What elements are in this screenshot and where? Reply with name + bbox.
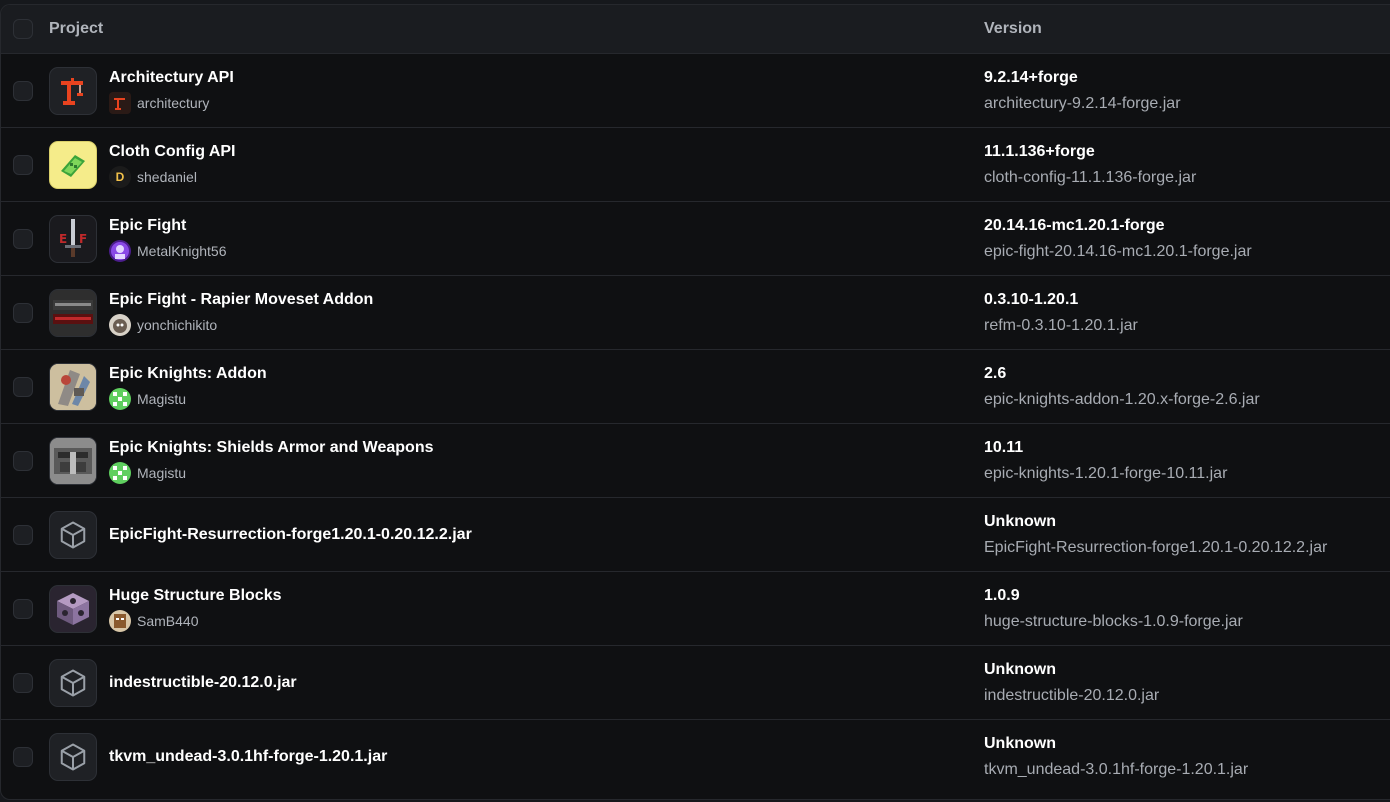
table-row[interactable]: indestructible-20.12.0.jar Unknown indes… xyxy=(1,646,1390,720)
svg-text:E: E xyxy=(59,232,67,246)
row-checkbox[interactable] xyxy=(13,747,33,767)
mod-name[interactable]: EpicFight-Resurrection-forge1.20.1-0.20.… xyxy=(109,525,472,545)
epic-knights-helmet-icon xyxy=(49,436,97,485)
cube-icon xyxy=(49,733,97,781)
version-file: EpicFight-Resurrection-forge1.20.1-0.20.… xyxy=(984,538,1328,556)
shedaniel-avatar: D xyxy=(109,165,131,188)
mod-name[interactable]: Architectury API xyxy=(109,68,234,88)
select-all-checkbox[interactable] xyxy=(13,19,33,39)
epic-fight-sword-icon: E F xyxy=(49,214,97,263)
table-header: Project Version xyxy=(1,5,1390,54)
version-number: Unknown xyxy=(984,512,1056,530)
table-row[interactable]: Epic Knights: Addon Magistu 2.6 epic-kni… xyxy=(1,350,1390,424)
version-file: huge-structure-blocks-1.0.9-forge.jar xyxy=(984,612,1243,630)
mod-name[interactable]: Huge Structure Blocks xyxy=(109,586,281,606)
rapier-addon-icon xyxy=(49,288,97,337)
mod-table: Project Version Architectury API archite… xyxy=(0,4,1390,800)
mod-name[interactable]: Epic Knights: Shields Armor and Weapons xyxy=(109,438,433,458)
author-name[interactable]: Magistu xyxy=(137,391,186,407)
column-header-project[interactable]: Project xyxy=(49,20,984,38)
cube-icon xyxy=(49,658,97,707)
table-row[interactable]: EpicFight-Resurrection-forge1.20.1-0.20.… xyxy=(1,498,1390,572)
version-file: indestructible-20.12.0.jar xyxy=(984,686,1160,704)
mod-name[interactable]: Cloth Config API xyxy=(109,142,236,162)
mod-name[interactable]: Epic Fight xyxy=(109,216,227,236)
table-row[interactable]: Huge Structure Blocks SamB440 1.0.9 huge… xyxy=(1,572,1390,646)
version-number: 10.11 xyxy=(984,438,1024,456)
mod-name[interactable]: Epic Fight - Rapier Moveset Addon xyxy=(109,290,373,310)
author-name[interactable]: MetalKnight56 xyxy=(137,243,227,259)
version-number: 11.1.136+forge xyxy=(984,142,1095,160)
magistu-avatar xyxy=(109,461,131,484)
svg-text:F: F xyxy=(79,232,87,246)
row-checkbox[interactable] xyxy=(13,672,33,693)
mod-name[interactable]: indestructible-20.12.0.jar xyxy=(109,673,297,693)
huge-structure-blocks-icon xyxy=(49,584,97,633)
epic-knights-addon-icon xyxy=(49,362,97,411)
architectury-avatar xyxy=(109,91,131,114)
cloth-config-icon xyxy=(49,140,97,189)
row-checkbox[interactable] xyxy=(13,376,33,397)
yonchichikito-avatar xyxy=(109,313,131,336)
version-number: 20.14.16-mc1.20.1-forge xyxy=(984,216,1165,234)
mod-name[interactable]: Epic Knights: Addon xyxy=(109,364,267,384)
version-file: refm-0.3.10-1.20.1.jar xyxy=(984,316,1138,334)
row-checkbox[interactable] xyxy=(13,302,33,323)
magistu-avatar xyxy=(109,387,131,410)
version-file: epic-knights-1.20.1-forge-10.11.jar xyxy=(984,464,1228,482)
row-checkbox[interactable] xyxy=(13,598,33,619)
table-row[interactable]: tkvm_undead-3.0.1hf-forge-1.20.1.jar Unk… xyxy=(1,720,1390,794)
author-name[interactable]: shedaniel xyxy=(137,169,197,185)
table-row[interactable]: Cloth Config API D shedaniel 11.1.136+fo… xyxy=(1,128,1390,202)
version-number: 2.6 xyxy=(984,364,1007,382)
metalknight56-avatar xyxy=(109,239,131,262)
author-name[interactable]: Magistu xyxy=(137,465,186,481)
author-name[interactable]: yonchichikito xyxy=(137,317,217,333)
cube-icon xyxy=(49,510,97,559)
column-header-version[interactable]: Version xyxy=(984,20,1390,38)
version-file: architectury-9.2.14-forge.jar xyxy=(984,94,1181,112)
version-file: epic-knights-addon-1.20.x-forge-2.6.jar xyxy=(984,390,1260,408)
mod-name[interactable]: tkvm_undead-3.0.1hf-forge-1.20.1.jar xyxy=(109,747,387,767)
table-row[interactable]: E F Epic Fight MetalKnight56 20.14.16-mc… xyxy=(1,202,1390,276)
author-name[interactable]: architectury xyxy=(137,95,209,111)
version-number: Unknown xyxy=(984,735,1056,752)
version-number: 0.3.10-1.20.1 xyxy=(984,290,1079,308)
version-number: 9.2.14+forge xyxy=(984,68,1078,86)
row-checkbox[interactable] xyxy=(13,154,33,175)
version-file: cloth-config-11.1.136-forge.jar xyxy=(984,168,1197,186)
table-row[interactable]: Epic Fight - Rapier Moveset Addon yonchi… xyxy=(1,276,1390,350)
author-name[interactable]: SamB440 xyxy=(137,613,198,629)
row-checkbox[interactable] xyxy=(13,80,33,101)
samb440-avatar xyxy=(109,609,131,632)
row-checkbox[interactable] xyxy=(13,228,33,249)
version-number: 1.0.9 xyxy=(984,586,1020,604)
version-file: epic-fight-20.14.16-mc1.20.1-forge.jar xyxy=(984,242,1252,260)
row-checkbox[interactable] xyxy=(13,524,33,545)
architectury-crane-icon xyxy=(49,66,97,115)
row-checkbox[interactable] xyxy=(13,450,33,471)
version-number: Unknown xyxy=(984,660,1056,678)
table-row[interactable]: Epic Knights: Shields Armor and Weapons … xyxy=(1,424,1390,498)
table-row[interactable]: Architectury API architectury 9.2.14+for… xyxy=(1,54,1390,128)
version-file: tkvm_undead-3.0.1hf-forge-1.20.1.jar xyxy=(984,761,1249,778)
